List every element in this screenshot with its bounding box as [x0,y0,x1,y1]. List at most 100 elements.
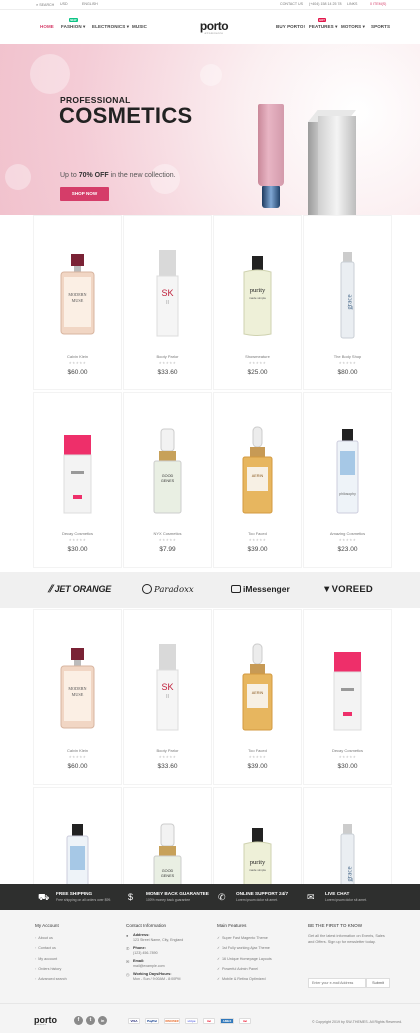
feature-list-item: Mobile & Retina Optimized [217,974,272,984]
product-card[interactable]: AERIN Too Faced ★★★★★ $39.00 [213,392,302,568]
brand-logo-imessenger[interactable]: iMessenger [231,584,290,594]
links-menu[interactable]: LINKS [347,2,357,7]
hero-subtitle: Up to 70% OFF in the new collection. [60,172,176,179]
language-select[interactable]: ENGLISH [82,2,98,7]
phone-number: (+404) 158 14 25 78 [309,2,342,6]
product-image-sk2-bottle[interactable]: SK II [124,244,211,348]
product-card[interactable]: AERIN Too Faced ★★★★★ $39.00 [213,609,302,785]
feature-list-item: Super Fast Magento Theme [217,933,272,943]
nav-music[interactable]: MUSIC [132,24,147,29]
nav-home[interactable]: HOME [40,24,54,29]
product-image-pink-cap-bottle[interactable] [34,421,121,525]
footer-link-about[interactable]: About us [35,933,67,943]
product-card[interactable]: MODERN MUSE Calvin Klein ★★★★★ $60.00 [33,609,122,785]
nav-features[interactable]: HOT FEATURES ▾ [309,18,337,30]
product-image-aerin-dropper[interactable]: AERIN [214,421,301,525]
maestro-icon: mc [239,1018,251,1024]
linkedin-icon[interactable]: in [98,1016,107,1025]
shop-now-button[interactable]: SHOP NOW [60,187,109,201]
product-card[interactable]: grace The Body Shop ★★★★★ $80.00 [303,215,392,390]
product-price: $7.99 [159,546,176,553]
cart-link[interactable]: 0 ITEM(S) [370,2,386,7]
product-price: $30.00 [337,763,358,770]
product-card[interactable]: Decay Cosmetics ★★★★★ $30.00 [33,392,122,568]
email-link[interactable]: mail@example.com [133,964,183,969]
product-card[interactable]: Decay Cosmetics ★★★★★ $30.00 [303,609,392,785]
svg-text:SK: SK [161,682,173,692]
search-link[interactable]: SEARCH [36,2,54,8]
nav-buy-porto[interactable]: BUY PORTO! [276,24,305,29]
product-image-sk2-bottle[interactable]: SK II [124,638,211,742]
product-name[interactable]: Calvin Klein [34,748,121,753]
footer-heading: Main Features [217,923,247,928]
product-name[interactable]: NYX Cosmetics [124,531,211,536]
footer-logo[interactable]: porto eCommerce [34,1016,57,1027]
feature-list-item: Powerful Admin Panel [217,964,272,974]
product-image-blue-spray[interactable]: philosophy [304,421,391,525]
product-image-modern-muse-perfume[interactable]: MODERN MUSE [34,638,121,742]
footer-link-advanced-search[interactable]: Advanced search [35,974,67,984]
nav-motors[interactable]: MOTORS ▾ [341,24,365,30]
nav-sports[interactable]: SPORTS [371,24,390,29]
product-price: $39.00 [247,763,268,770]
product-name[interactable]: Decay Cosmetics [34,531,121,536]
contact-link[interactable]: CONTACT US [280,2,303,7]
dollar-icon: $ [128,892,134,902]
brand-logo-paradoxx[interactable]: Paradoxx [142,584,194,595]
product-image-purity-bottle[interactable]: purity made simple [214,244,301,348]
product-price: $60.00 [67,763,88,770]
phone-icon: ✆ [126,946,130,951]
product-image-grace-spray[interactable]: grace [304,244,391,348]
chat-bubble-icon [231,585,241,593]
product-name[interactable]: Calvin Klein [34,354,121,359]
product-name[interactable]: Decay Cosmetics [304,748,391,753]
site-logo[interactable]: porto eCommerce [195,20,233,35]
brand-logo-jet-orange[interactable]: ⫽ JET ORANGE [48,584,111,595]
product-image-modern-muse-perfume[interactable]: MODERN MUSE [34,244,121,348]
product-card[interactable]: philosophy Amazing Cosmetics ★★★★★ $23.00 [303,392,392,568]
product-name[interactable]: The Body Shop [304,354,391,359]
chat-icon: ✉ [307,892,315,902]
footer-heading: BE THE FIRST TO KNOW [308,923,363,928]
product-image-pink-cap-bottle[interactable] [304,638,391,742]
nav-fashion[interactable]: NEW FASHION ▾ [61,18,85,30]
new-badge: NEW [69,18,78,22]
svg-text:purity: purity [250,859,266,866]
newsletter-submit-button[interactable]: Submit [366,978,390,988]
svg-text:GOOD: GOOD [162,474,174,478]
product-name[interactable]: Booty Parlor [124,748,211,753]
product-card[interactable]: GOODGENES NYX Cosmetics ★★★★★ $7.99 [123,392,212,568]
newsletter-email-input[interactable] [308,978,366,988]
product-image-aerin-dropper[interactable]: AERIN [214,638,301,742]
product-name[interactable]: Amazing Cosmetics [304,531,391,536]
product-name[interactable]: Showmeature [214,354,301,359]
product-name[interactable]: Too Faced [214,531,301,536]
rating-stars: ★★★★★ [248,361,267,365]
product-card[interactable]: MODERN MUSE Calvin Klein ★★★★★ $60.00 [33,215,122,390]
product-card[interactable]: SK II Booty Parlor ★★★★★ $33.60 [123,215,212,390]
product-image-good-genes-serum[interactable]: GOOD GENES [124,421,211,525]
svg-text:AERIN: AERIN [252,691,264,695]
features-bar: ⛟ FREE SHIPPING Free shipping on all ord… [0,884,420,910]
twitter-icon[interactable]: t [86,1016,95,1025]
product-card[interactable]: purity made simple Showmeature ★★★★★ $25.00 [213,215,302,390]
product-name[interactable]: Too Faced [214,748,301,753]
product-price: $25.00 [247,369,268,376]
svg-text:made simple: made simple [249,868,266,872]
brand-logo-voreed[interactable]: ▼VOREED [322,584,373,595]
hot-badge: HOT [318,18,327,22]
product-name[interactable]: Booty Parlor [124,354,211,359]
product-card[interactable]: SK II Booty Parlor ★★★★★ $33.60 [123,609,212,785]
rating-stars: ★★★★★ [158,755,177,759]
footer-link-contact[interactable]: Contact us [35,943,67,953]
currency-select[interactable]: USD [60,2,68,7]
footer-link-orders[interactable]: Orders history [35,964,67,974]
svg-text:AERIN: AERIN [252,474,264,478]
nav-electronics[interactable]: ELECTRONICS ▾ [92,24,129,30]
facebook-icon[interactable]: f [74,1016,83,1025]
envelope-icon: ✉ [126,959,130,964]
rating-stars: ★★★★★ [68,755,87,759]
svg-text:II: II [166,694,169,700]
footer-link-my-account[interactable]: My account [35,954,67,964]
svg-text:purity: purity [250,287,266,294]
